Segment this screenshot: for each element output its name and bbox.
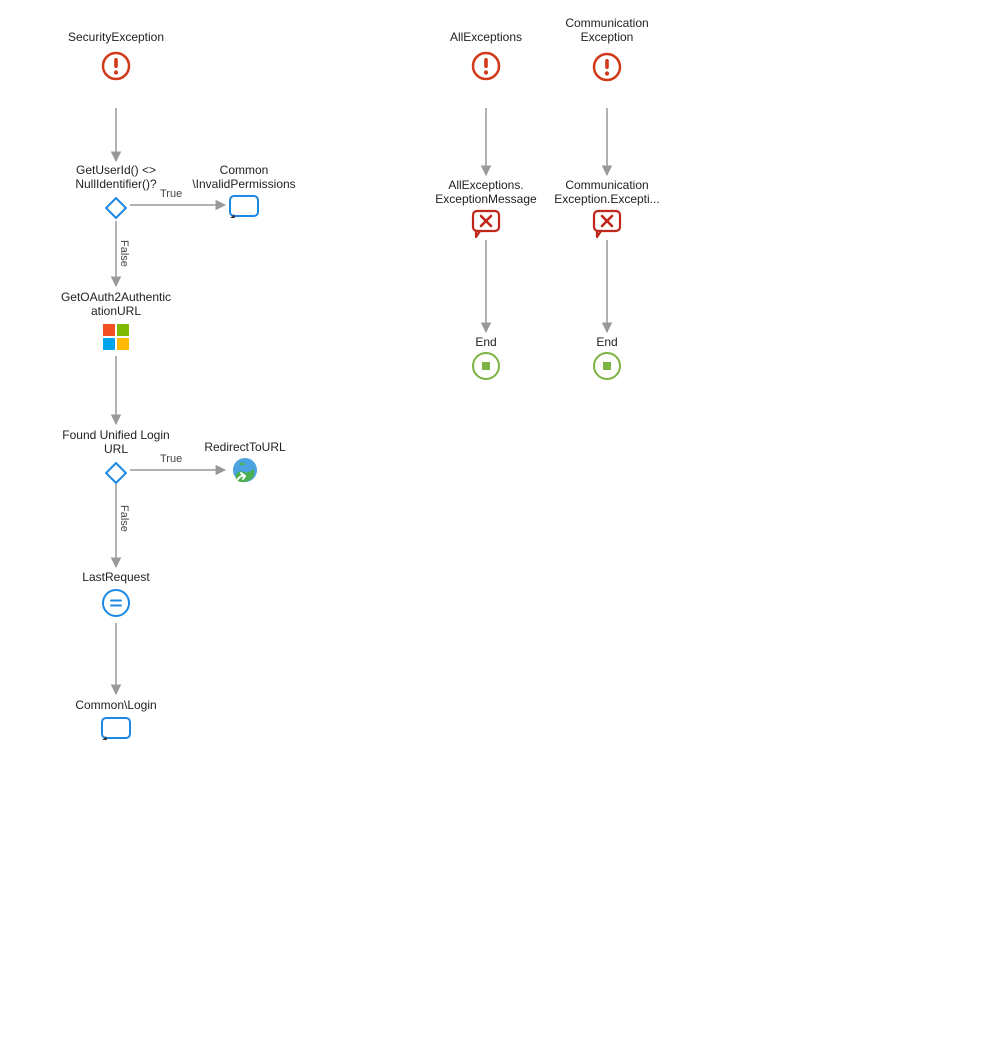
node-last-request[interactable]: LastRequest <box>70 570 162 622</box>
edge-label-false-1: False <box>118 240 130 267</box>
error-message-icon <box>470 209 502 242</box>
error-message-icon <box>591 209 623 242</box>
edge-label-false-2: False <box>118 505 130 532</box>
screen-icon <box>100 716 132 745</box>
arrows-layer <box>0 0 981 1054</box>
exception-icon <box>470 50 502 85</box>
node-communication-exception[interactable]: Communication Exception <box>549 16 665 86</box>
node-label: Found Unified Login URL <box>56 428 176 457</box>
node-label: Common \InvalidPermissions <box>188 163 300 192</box>
assign-icon <box>101 588 131 621</box>
node-end-communication-exception[interactable]: End <box>581 335 633 385</box>
node-all-exceptions-message[interactable]: AllExceptions. ExceptionMessage <box>426 178 546 242</box>
node-label: RedirectToURL <box>200 440 290 454</box>
node-label: GetOAuth2Authentic ationURL <box>56 290 176 319</box>
node-label: Communication Exception <box>549 16 665 45</box>
node-label: AllExceptions. ExceptionMessage <box>426 178 546 207</box>
node-security-exception[interactable]: SecurityException <box>60 30 172 86</box>
node-invalid-permissions[interactable]: Common \InvalidPermissions <box>188 163 300 223</box>
node-end-all-exceptions[interactable]: End <box>460 335 512 385</box>
globe-icon <box>231 456 259 487</box>
node-label: AllExceptions <box>440 30 532 44</box>
node-label: SecurityException <box>60 30 172 44</box>
node-getuserid-decision[interactable]: GetUserId() <> NullIdentifier()? <box>56 163 176 225</box>
diamond-icon <box>102 459 130 490</box>
diamond-icon <box>102 194 130 225</box>
edge-label-true-1: True <box>160 188 182 200</box>
node-common-login[interactable]: Common\Login <box>64 698 168 746</box>
exception-icon <box>591 51 623 86</box>
node-get-oauth-url[interactable]: GetOAuth2Authentic ationURL <box>56 290 176 354</box>
node-label: Common\Login <box>64 698 168 712</box>
exception-icon <box>100 50 132 85</box>
microsoft-icon <box>102 323 130 354</box>
node-all-exceptions[interactable]: AllExceptions <box>440 30 532 86</box>
node-label: LastRequest <box>70 570 162 584</box>
node-label: End <box>581 335 633 349</box>
end-icon <box>471 351 501 384</box>
node-label: GetUserId() <> NullIdentifier()? <box>56 163 176 192</box>
screen-icon <box>228 194 260 223</box>
node-communication-exception-message[interactable]: Communication Exception.Excepti... <box>549 178 665 242</box>
node-label: Communication Exception.Excepti... <box>549 178 665 207</box>
node-found-unified-login[interactable]: Found Unified Login URL <box>56 428 176 490</box>
flowchart-canvas: SecurityException GetUserId() <> NullIde… <box>0 0 981 1054</box>
node-redirect-to-url[interactable]: RedirectToURL <box>200 440 290 488</box>
end-icon <box>592 351 622 384</box>
edge-label-true-2: True <box>160 453 182 465</box>
node-label: End <box>460 335 512 349</box>
